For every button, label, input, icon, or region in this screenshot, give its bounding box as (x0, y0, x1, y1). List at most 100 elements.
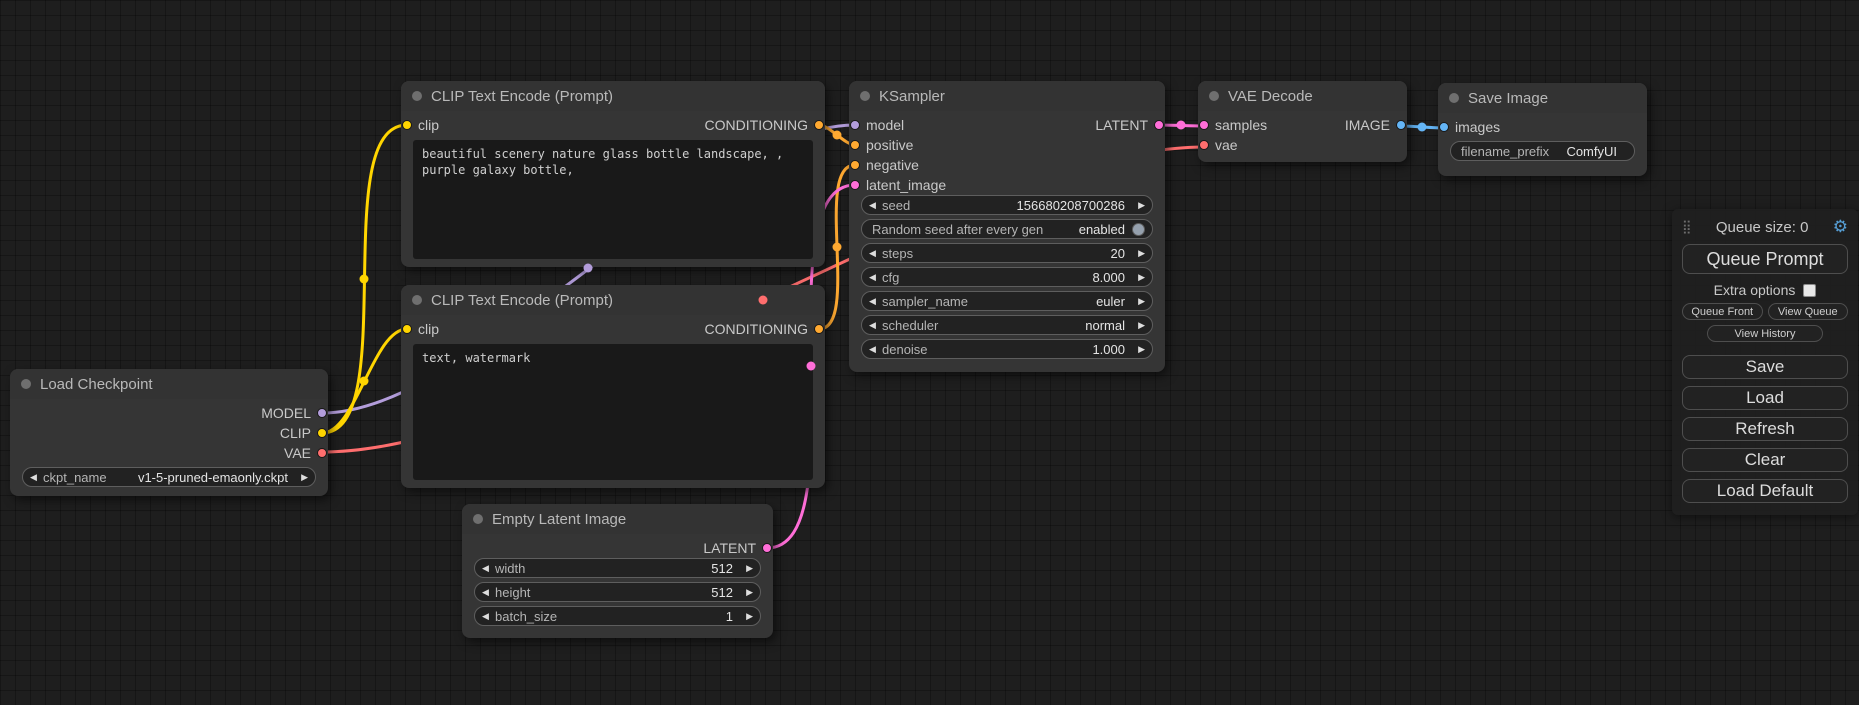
decrement-arrow-icon[interactable]: ◀ (869, 320, 882, 331)
steps-widget[interactable]: ◀ steps 20 ▶ (861, 243, 1153, 263)
increment-arrow-icon[interactable]: ▶ (1132, 200, 1145, 211)
node-title-bar[interactable]: CLIP Text Encode (Prompt) (401, 285, 825, 315)
increment-arrow-icon[interactable]: ▶ (1132, 320, 1145, 331)
increment-arrow-icon[interactable]: ▶ (740, 563, 753, 574)
queue-panel-header: ⣿ Queue size: 0 ⚙ (1682, 217, 1848, 237)
collapse-dot-icon[interactable] (412, 91, 422, 101)
refresh-button[interactable]: Refresh (1682, 417, 1848, 441)
negative-input-port[interactable] (850, 160, 860, 170)
latent-image-input-port[interactable] (850, 180, 860, 190)
slot-row: model LATENT (849, 115, 1165, 135)
increment-arrow-icon[interactable]: ▶ (1132, 248, 1145, 259)
decrement-arrow-icon[interactable]: ◀ (869, 248, 882, 259)
node-title-bar[interactable]: Save Image (1438, 83, 1647, 113)
denoise-widget[interactable]: ◀ denoise 1.000 ▶ (861, 339, 1153, 359)
images-input-port[interactable] (1439, 122, 1449, 132)
node-save-image[interactable]: Save Image images filename_prefix ComfyU… (1438, 83, 1647, 176)
input-label: positive (866, 137, 913, 153)
output-slot-latent: LATENT (462, 538, 773, 558)
clip-input-port[interactable] (402, 120, 412, 130)
extra-options-checkbox[interactable] (1803, 284, 1816, 297)
decrement-arrow-icon[interactable]: ◀ (482, 611, 495, 622)
collapse-dot-icon[interactable] (1449, 93, 1459, 103)
widget-value: ComfyUI (1566, 144, 1617, 159)
view-history-button[interactable]: View History (1707, 325, 1823, 342)
node-title-bar[interactable]: Empty Latent Image (462, 504, 773, 534)
decrement-arrow-icon[interactable]: ◀ (482, 587, 495, 598)
seed-control-toggle-icon[interactable] (1132, 223, 1145, 236)
input-label: latent_image (866, 177, 946, 193)
conditioning-output-port[interactable] (814, 120, 824, 130)
decrement-arrow-icon[interactable]: ◀ (869, 272, 882, 283)
widget-label: Random seed after every gen (872, 222, 1043, 237)
collapse-dot-icon[interactable] (1209, 91, 1219, 101)
node-empty-latent-image[interactable]: Empty Latent Image LATENT ◀ width 512 ▶ … (462, 504, 773, 638)
vae-output-port[interactable] (317, 448, 327, 458)
clip-output-port[interactable] (317, 428, 327, 438)
node-ksampler[interactable]: KSampler model LATENT positive negative … (849, 81, 1165, 372)
decrement-arrow-icon[interactable]: ◀ (869, 296, 882, 307)
settings-gear-icon[interactable]: ⚙ (1833, 217, 1848, 237)
increment-arrow-icon[interactable]: ▶ (1132, 296, 1145, 307)
node-clip-text-encode-positive[interactable]: CLIP Text Encode (Prompt) clip CONDITION… (401, 81, 825, 267)
samples-input-port[interactable] (1199, 120, 1209, 130)
widget-value: 512 (711, 585, 733, 600)
widget-value: 1.000 (1092, 342, 1125, 357)
widget-value: 8.000 (1092, 270, 1125, 285)
node-load-checkpoint[interactable]: Load Checkpoint MODEL CLIP VAE ◀ ckpt_na… (10, 369, 328, 496)
height-widget[interactable]: ◀ height 512 ▶ (474, 582, 761, 602)
scheduler-widget[interactable]: ◀ scheduler normal ▶ (861, 315, 1153, 335)
positive-input-port[interactable] (850, 140, 860, 150)
collapse-dot-icon[interactable] (412, 295, 422, 305)
increment-arrow-icon[interactable]: ▶ (740, 587, 753, 598)
view-queue-button[interactable]: View Queue (1768, 303, 1849, 320)
seed-widget[interactable]: ◀ seed 156680208700286 ▶ (861, 195, 1153, 215)
positive-prompt-textarea[interactable]: beautiful scenery nature glass bottle la… (413, 140, 813, 259)
collapse-dot-icon[interactable] (860, 91, 870, 101)
node-title-bar[interactable]: CLIP Text Encode (Prompt) (401, 81, 825, 111)
vae-input-port[interactable] (1199, 140, 1209, 150)
decrement-arrow-icon[interactable]: ◀ (869, 200, 882, 211)
decrement-arrow-icon[interactable]: ◀ (30, 472, 43, 483)
queue-prompt-button[interactable]: Queue Prompt (1682, 244, 1848, 274)
collapse-dot-icon[interactable] (473, 514, 483, 524)
increment-arrow-icon[interactable]: ▶ (295, 472, 308, 483)
width-widget[interactable]: ◀ width 512 ▶ (474, 558, 761, 578)
drag-handle-icon[interactable]: ⣿ (1682, 219, 1692, 235)
increment-arrow-icon[interactable]: ▶ (1132, 344, 1145, 355)
queue-menu-panel[interactable]: ⣿ Queue size: 0 ⚙ Queue Prompt Extra opt… (1672, 209, 1858, 515)
collapse-dot-icon[interactable] (21, 379, 31, 389)
negative-prompt-textarea[interactable]: text, watermark (413, 344, 813, 480)
queue-front-button[interactable]: Queue Front (1682, 303, 1763, 320)
image-output-port[interactable] (1396, 120, 1406, 130)
decrement-arrow-icon[interactable]: ◀ (482, 563, 495, 574)
decrement-arrow-icon[interactable]: ◀ (869, 344, 882, 355)
save-button[interactable]: Save (1682, 355, 1848, 379)
batch-size-widget[interactable]: ◀ batch_size 1 ▶ (474, 606, 761, 626)
latent-output-port[interactable] (1154, 120, 1164, 130)
seed-control-widget[interactable]: Random seed after every gen enabled (861, 219, 1153, 239)
sampler-name-widget[interactable]: ◀ sampler_name euler ▶ (861, 291, 1153, 311)
filename-prefix-widget[interactable]: filename_prefix ComfyUI (1450, 141, 1635, 161)
model-output-port[interactable] (317, 408, 327, 418)
clip-input-port[interactable] (402, 324, 412, 334)
conditioning-output-port[interactable] (814, 324, 824, 334)
ckpt-name-widget[interactable]: ◀ ckpt_name v1-5-pruned-emaonly.ckpt ▶ (22, 467, 316, 487)
link-midpoint-dot (360, 275, 369, 284)
queue-size-label: Queue size: 0 (1716, 219, 1809, 236)
latent-output-port[interactable] (762, 543, 772, 553)
load-button[interactable]: Load (1682, 386, 1848, 410)
slot-list: clip CONDITIONING (401, 111, 825, 135)
node-title-bar[interactable]: KSampler (849, 81, 1165, 111)
node-title-bar[interactable]: Load Checkpoint (10, 369, 328, 399)
node-vae-decode[interactable]: VAE Decode samples IMAGE vae (1198, 81, 1407, 162)
widget-label: sampler_name (882, 294, 968, 309)
clear-button[interactable]: Clear (1682, 448, 1848, 472)
node-clip-text-encode-negative[interactable]: CLIP Text Encode (Prompt) clip CONDITION… (401, 285, 825, 488)
cfg-widget[interactable]: ◀ cfg 8.000 ▶ (861, 267, 1153, 287)
node-title-bar[interactable]: VAE Decode (1198, 81, 1407, 111)
model-input-port[interactable] (850, 120, 860, 130)
increment-arrow-icon[interactable]: ▶ (1132, 272, 1145, 283)
load-default-button[interactable]: Load Default (1682, 479, 1848, 503)
increment-arrow-icon[interactable]: ▶ (740, 611, 753, 622)
